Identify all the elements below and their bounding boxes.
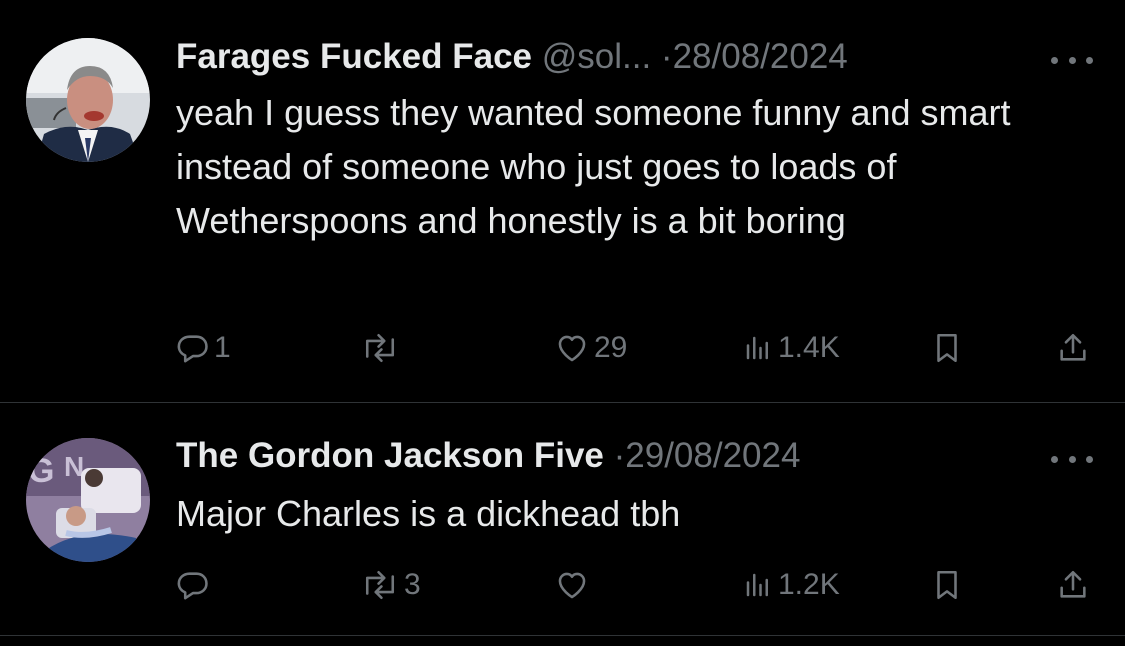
timestamp[interactable]: 29/08/2024 — [625, 436, 800, 475]
repost-icon — [365, 333, 395, 363]
repost-button[interactable]: 3 — [360, 565, 421, 605]
reply-count: 1 — [214, 331, 231, 364]
avatar[interactable] — [26, 38, 150, 162]
views-count: 1.2K — [778, 568, 840, 601]
bookmark-icon — [937, 570, 957, 600]
reply-icon — [177, 335, 208, 363]
tweet[interactable]: Farages Fucked Face @sol... ·28/08/2024 … — [0, 0, 1125, 403]
like-button[interactable]: 29 — [554, 328, 627, 368]
share-button[interactable] — [1056, 328, 1090, 368]
heart-icon — [558, 335, 586, 362]
avatar[interactable]: G N — [26, 438, 150, 562]
timestamp[interactable]: 28/08/2024 — [673, 37, 848, 76]
views-icon — [746, 573, 768, 597]
display-name[interactable]: Farages Fucked Face — [176, 37, 532, 76]
views-count: 1.4K — [778, 331, 840, 364]
bookmark-button[interactable] — [930, 328, 964, 368]
views-icon — [746, 336, 768, 360]
more-icon[interactable] — [1051, 50, 1093, 70]
tweet-header: The Gordon Jackson Five ·29/08/2024 — [176, 435, 800, 477]
reply-button[interactable] — [176, 565, 214, 605]
bookmark-button[interactable] — [930, 565, 964, 605]
like-count: 29 — [594, 331, 628, 364]
share-icon — [1060, 570, 1086, 598]
bookmark-icon — [937, 333, 957, 363]
share-icon — [1060, 333, 1086, 361]
tweet-header: Farages Fucked Face @sol... ·28/08/2024 — [176, 36, 848, 78]
svg-text:G: G — [28, 452, 54, 490]
repost-count: 3 — [404, 568, 421, 601]
handle[interactable]: @sol... — [542, 37, 651, 76]
more-icon[interactable] — [1051, 449, 1093, 469]
views-button[interactable]: 1.4K — [742, 328, 840, 368]
like-button[interactable] — [554, 565, 594, 605]
share-button[interactable] — [1056, 565, 1090, 605]
separator: · — [613, 436, 626, 475]
heart-icon — [558, 572, 586, 599]
repost-icon — [365, 570, 395, 600]
tweet[interactable]: G N The Gordon Jackson Five ·29/08/2024 … — [0, 403, 1125, 636]
separator: · — [660, 37, 673, 76]
action-bar: 1 29 1.4K — [0, 328, 1125, 368]
display-name[interactable]: The Gordon Jackson Five — [176, 436, 604, 475]
views-button[interactable]: 1.2K — [742, 565, 840, 605]
reply-icon — [177, 572, 208, 600]
tweet-text: yeah I guess they wanted someone funny a… — [176, 92, 1011, 241]
tweet-text: Major Charles is a dickhead tbh — [176, 493, 681, 534]
repost-button[interactable] — [360, 328, 404, 368]
reply-button[interactable]: 1 — [176, 328, 231, 368]
action-bar: 3 1.2K — [0, 565, 1125, 605]
